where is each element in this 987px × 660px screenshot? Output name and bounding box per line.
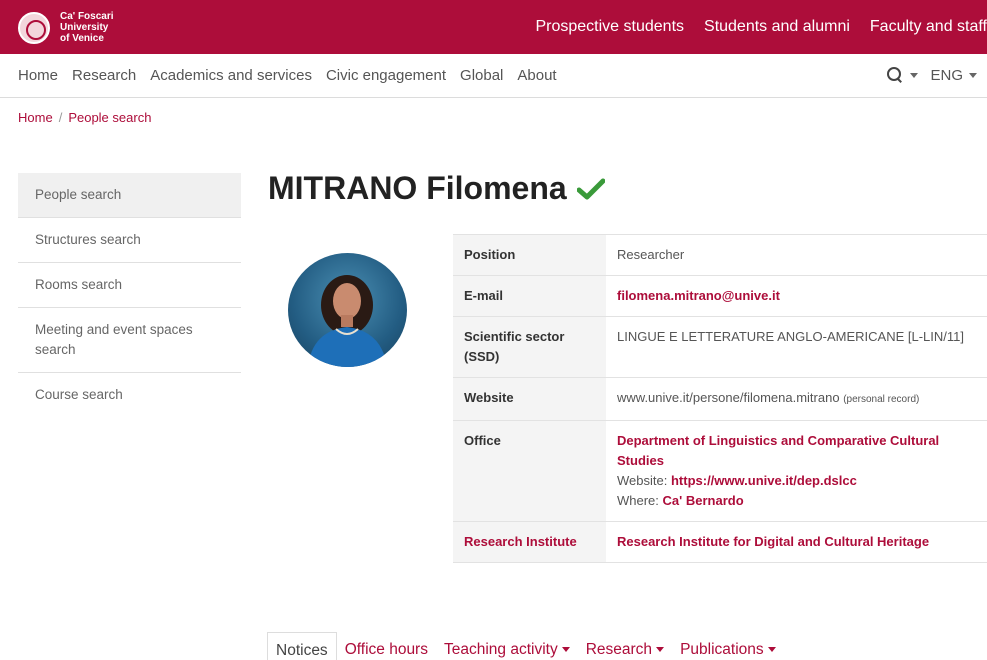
breadcrumb-separator: /: [58, 110, 63, 125]
logo-line-2: University: [60, 22, 109, 33]
top-bar: Ca' Foscari University of Venice Prospec…: [0, 0, 987, 54]
sidebar-item-rooms-search[interactable]: Rooms search: [18, 263, 241, 308]
search-dropdown-caret-icon[interactable]: [910, 72, 919, 78]
logo-text: Ca' Foscari University of Venice: [60, 11, 114, 44]
sidebar-item-course-search[interactable]: Course search: [18, 373, 241, 417]
top-link-students-alumni[interactable]: Students and alumni: [704, 18, 850, 36]
tab-notices[interactable]: Notices: [267, 632, 337, 660]
profile-tabs: Notices Office hours Teaching activity R…: [267, 632, 784, 660]
ssd-label: Scientific sector (SSD): [453, 316, 606, 378]
breadcrumb-people-search[interactable]: People search: [68, 110, 151, 125]
tab-office-hours[interactable]: Office hours: [337, 632, 436, 660]
tab-research[interactable]: Research: [578, 632, 672, 660]
sidebar-item-meeting-spaces-search[interactable]: Meeting and event spaces search: [18, 308, 241, 373]
email-link[interactable]: filomena.mitrano@unive.it: [617, 288, 780, 303]
chevron-down-icon: [656, 647, 665, 653]
person-info-table: Position Researcher E-mail filomena.mitr…: [453, 234, 987, 563]
person-name: MITRANO Filomena: [268, 170, 567, 206]
position-label: Position: [453, 234, 606, 276]
office-department-link[interactable]: Department of Linguistics and Comparativ…: [617, 431, 976, 471]
office-where-label: Where:: [617, 493, 659, 508]
nav-civic-engagement[interactable]: Civic engagement: [326, 67, 446, 84]
university-seal-icon: [18, 11, 50, 44]
office-label: Office: [453, 420, 606, 522]
nav-research[interactable]: Research: [72, 67, 136, 84]
website-label: Website: [453, 377, 606, 421]
logo-line-1: Ca' Foscari: [60, 11, 114, 22]
tab-publications[interactable]: Publications: [672, 632, 784, 660]
chevron-down-icon: [767, 647, 776, 653]
avatar-photo: [308, 275, 387, 367]
table-row: Scientific sector (SSD) LINGUE E LETTERA…: [453, 316, 987, 378]
office-where-link[interactable]: Ca' Bernardo: [663, 493, 744, 508]
position-value: Researcher: [606, 234, 987, 276]
breadcrumb-home[interactable]: Home: [18, 110, 53, 125]
language-selector[interactable]: ENG: [930, 67, 963, 84]
office-website-link[interactable]: https://www.unive.it/dep.dslcc: [671, 473, 857, 488]
nav-global[interactable]: Global: [460, 67, 503, 84]
nav-about[interactable]: About: [517, 67, 556, 84]
chevron-down-icon: [561, 647, 570, 653]
main-nav: Home Research Academics and services Civ…: [0, 54, 987, 98]
page-title: MITRANO Filomena: [268, 170, 605, 207]
table-row: E-mail filomena.mitrano@unive.it: [453, 275, 987, 317]
logo-line-3: of Venice: [60, 33, 104, 44]
institute-label: Research Institute: [453, 521, 606, 563]
tab-teaching-activity-label: Teaching activity: [443, 641, 558, 658]
website-link[interactable]: www.unive.it/persone/filomena.mitrano: [617, 390, 840, 405]
nav-academics-services[interactable]: Academics and services: [150, 67, 312, 84]
table-row: Website www.unive.it/persone/filomena.mi…: [453, 377, 987, 421]
language-caret-icon[interactable]: [969, 72, 977, 78]
institute-link[interactable]: Research Institute for Digital and Cultu…: [617, 534, 929, 549]
nav-home[interactable]: Home: [18, 67, 58, 84]
website-note: (personal record): [843, 394, 920, 405]
ssd-value: LINGUE E LETTERATURE ANGLO-AMERICANE [L-…: [606, 316, 987, 378]
tab-publications-label: Publications: [680, 641, 764, 658]
check-icon: [576, 178, 605, 199]
table-row: Position Researcher: [453, 234, 987, 276]
tab-research-label: Research: [585, 641, 653, 658]
email-label: E-mail: [453, 275, 606, 317]
top-link-prospective-students[interactable]: Prospective students: [535, 18, 684, 36]
office-website-label: Website:: [617, 473, 668, 488]
university-logo[interactable]: Ca' Foscari University of Venice: [18, 11, 114, 44]
sidebar: People search Structures search Rooms se…: [18, 173, 241, 417]
breadcrumb: Home / People search: [18, 110, 151, 125]
table-row: Office Department of Linguistics and Com…: [453, 420, 987, 522]
table-row: Research Institute Research Institute fo…: [453, 521, 987, 563]
sidebar-item-structures-search[interactable]: Structures search: [18, 218, 241, 263]
search-icon[interactable]: [886, 66, 904, 84]
avatar: [288, 253, 407, 367]
top-links: Prospective students Students and alumni…: [515, 0, 987, 54]
top-link-faculty-staff[interactable]: Faculty and staff: [870, 18, 987, 36]
tab-teaching-activity[interactable]: Teaching activity: [436, 632, 578, 660]
sidebar-item-people-search[interactable]: People search: [18, 173, 241, 218]
